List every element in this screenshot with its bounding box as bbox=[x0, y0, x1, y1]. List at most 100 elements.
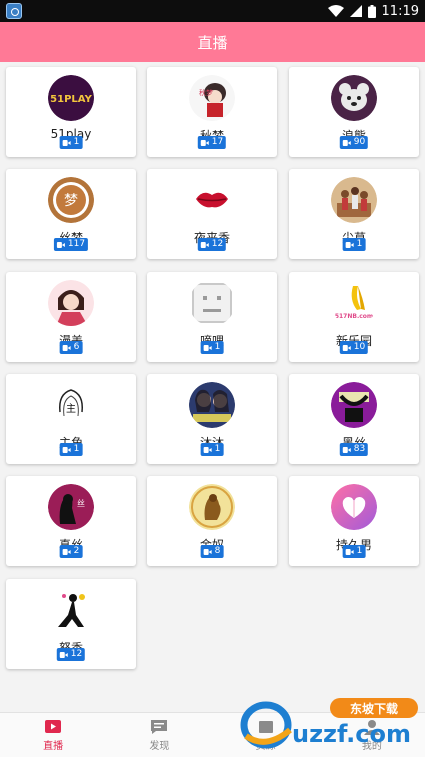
discover-icon bbox=[150, 719, 168, 735]
signal-icon bbox=[349, 5, 362, 17]
channel-avatar bbox=[189, 177, 235, 223]
viewer-badge: 17 bbox=[197, 136, 227, 149]
channel-avatar bbox=[48, 587, 94, 633]
channel-card[interactable]: 怒香 12 bbox=[6, 579, 136, 669]
channel-avatar bbox=[331, 177, 377, 223]
viewer-count: 12 bbox=[70, 649, 83, 659]
viewer-count: 1 bbox=[214, 342, 221, 352]
viewer-badge: 12 bbox=[197, 238, 227, 251]
channel-avatar: 51PLAY bbox=[48, 75, 94, 121]
channel-card[interactable]: 秋梦 秋梦 17 bbox=[147, 67, 277, 157]
viewer-badge: 6 bbox=[59, 341, 83, 354]
channel-card[interactable]: 夜来香 12 bbox=[147, 169, 277, 259]
status-right: 11:19 bbox=[327, 0, 419, 22]
viewer-count: 12 bbox=[211, 239, 224, 249]
wifi-icon bbox=[327, 5, 344, 17]
battery-icon bbox=[367, 4, 376, 18]
channel-avatar bbox=[331, 382, 377, 428]
camera-icon bbox=[345, 548, 354, 555]
camera-icon bbox=[342, 139, 351, 146]
viewer-count: 2 bbox=[73, 546, 80, 556]
channel-card[interactable]: 持久男 1 bbox=[289, 476, 419, 566]
nav-label: 发现 bbox=[149, 740, 170, 752]
channel-card[interactable]: 浪熊 90 bbox=[289, 67, 419, 157]
watermark-tagline: 东坡下载 bbox=[350, 701, 398, 716]
camera-icon bbox=[345, 241, 354, 248]
channel-card[interactable]: 尖草 1 bbox=[289, 169, 419, 259]
viewer-badge: 1 bbox=[59, 443, 83, 456]
viewer-badge: 1 bbox=[342, 238, 366, 251]
channel-avatar bbox=[331, 75, 377, 121]
channel-card[interactable]: 金奴 8 bbox=[147, 476, 277, 566]
svg-text:517NB.com: 517NB.com bbox=[335, 313, 373, 320]
channel-card[interactable]: 漫美 6 bbox=[6, 272, 136, 362]
camera-icon bbox=[203, 344, 212, 351]
svg-text:51PLAY: 51PLAY bbox=[50, 94, 92, 105]
camera-icon bbox=[200, 139, 209, 146]
nav-live[interactable]: 直播 bbox=[0, 713, 106, 757]
viewer-badge: 1 bbox=[59, 136, 83, 149]
viewer-badge: 8 bbox=[200, 545, 224, 558]
viewer-count: 1 bbox=[356, 546, 363, 556]
camera-icon bbox=[56, 241, 65, 248]
viewer-badge: 12 bbox=[56, 648, 86, 661]
viewer-badge: 10 bbox=[339, 341, 369, 354]
viewer-count: 17 bbox=[211, 137, 224, 147]
nav-discover[interactable]: 发现 bbox=[106, 713, 212, 757]
channel-avatar bbox=[189, 382, 235, 428]
svg-text:梦: 梦 bbox=[64, 193, 78, 209]
camera-icon bbox=[342, 344, 351, 351]
camera-icon bbox=[62, 139, 71, 146]
channel-avatar: 梦 bbox=[48, 177, 94, 223]
app-header: 直播 bbox=[0, 22, 425, 62]
app-notification-icon bbox=[6, 3, 22, 19]
channel-avatar bbox=[189, 280, 235, 326]
viewer-count: 90 bbox=[353, 137, 366, 147]
svg-text:主: 主 bbox=[66, 403, 76, 415]
viewer-count: 117 bbox=[67, 239, 86, 249]
channel-avatar: 517NB.com bbox=[331, 280, 377, 326]
status-bar: 11:19 bbox=[0, 0, 425, 22]
camera-icon bbox=[62, 344, 71, 351]
channel-avatar bbox=[189, 484, 235, 530]
page-title: 直播 bbox=[197, 33, 228, 52]
channel-card[interactable]: 517NB.com 新乐园 10 bbox=[289, 272, 419, 362]
viewer-count: 10 bbox=[353, 342, 366, 352]
channel-avatar bbox=[331, 484, 377, 530]
svg-text:秋梦: 秋梦 bbox=[199, 88, 213, 97]
camera-icon bbox=[203, 446, 212, 453]
viewer-badge: 1 bbox=[342, 545, 366, 558]
viewer-count: 1 bbox=[73, 444, 80, 454]
channel-card[interactable]: 主 主角 1 bbox=[6, 374, 136, 464]
channel-avatar: 主 bbox=[48, 382, 94, 428]
channel-avatar: 丝 bbox=[48, 484, 94, 530]
viewer-badge: 2 bbox=[59, 545, 83, 558]
status-time: 11:19 bbox=[381, 3, 419, 19]
viewer-badge: 83 bbox=[339, 443, 369, 456]
viewer-count: 1 bbox=[73, 137, 80, 147]
viewer-badge: 117 bbox=[53, 238, 89, 251]
channel-card[interactable]: 黑丝 83 bbox=[289, 374, 419, 464]
viewer-count: 1 bbox=[214, 444, 221, 454]
svg-text:丝: 丝 bbox=[77, 498, 85, 508]
camera-icon bbox=[200, 241, 209, 248]
channel-avatar: 秋梦 bbox=[189, 75, 235, 121]
live-icon bbox=[44, 719, 62, 735]
channel-card[interactable]: 丝 真丝 2 bbox=[6, 476, 136, 566]
channel-card[interactable]: 51PLAY 51play 1 bbox=[6, 67, 136, 157]
viewer-count: 1 bbox=[356, 239, 363, 249]
channel-card[interactable]: 沐沐 1 bbox=[147, 374, 277, 464]
camera-icon bbox=[203, 548, 212, 555]
camera-icon bbox=[62, 548, 71, 555]
watermark-logo: 东坡下载 uzzf.com bbox=[240, 690, 425, 750]
channel-card[interactable]: 嘀哩 1 bbox=[147, 272, 277, 362]
viewer-badge: 1 bbox=[200, 443, 224, 456]
viewer-badge: 1 bbox=[200, 341, 224, 354]
viewer-count: 83 bbox=[353, 444, 366, 454]
channel-card[interactable]: 梦 丝梦 117 bbox=[6, 169, 136, 259]
channel-avatar bbox=[48, 280, 94, 326]
camera-icon bbox=[59, 651, 68, 658]
camera-icon bbox=[62, 446, 71, 453]
viewer-badge: 90 bbox=[339, 136, 369, 149]
nav-label: 直播 bbox=[43, 740, 64, 752]
